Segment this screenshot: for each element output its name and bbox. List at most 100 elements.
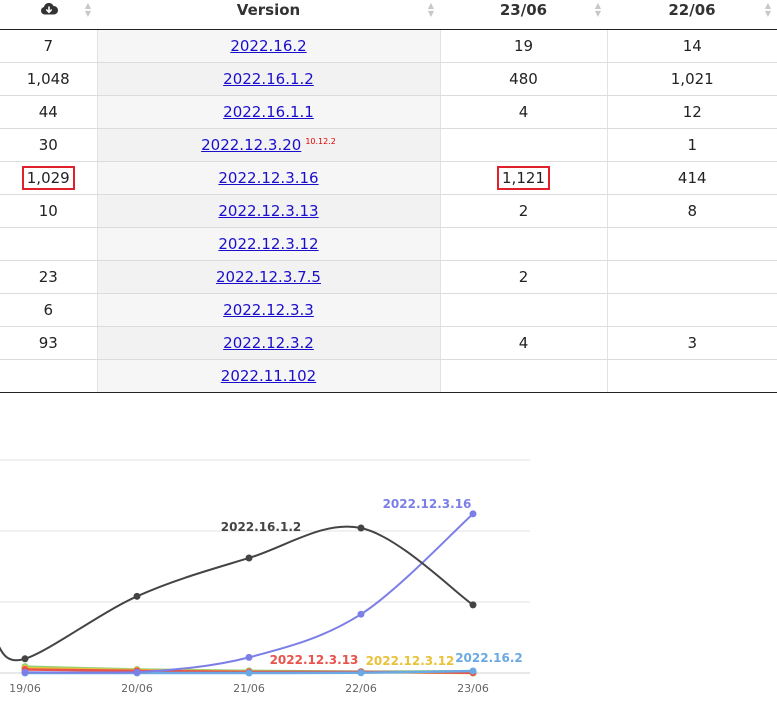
version-note: 10.12.2 [305, 137, 336, 146]
cell-version: 2022.12.3.20 10.12.2 [97, 128, 441, 162]
cell-2206 [607, 260, 777, 294]
cell-value: 8 [687, 202, 698, 220]
series-label: 2022.16.1.2 [221, 520, 301, 534]
x-tick-label: 19/06 [9, 682, 41, 695]
cell-2306 [440, 293, 608, 327]
version-link[interactable]: 2022.12.3.3 [223, 301, 314, 319]
series-label: 2022.12.3.12 [366, 654, 455, 668]
table-header-row: ▲ ▼ Version ▲ ▼ 23/06 ▲ ▼ 22/06 ▲ ▼ [0, 0, 777, 30]
cell-version: 2022.12.3.7.5 [97, 260, 441, 294]
cell-value: 30 [38, 136, 58, 154]
table-body: 7 2022.16.2 19 14 1,048 2022.16.1.2 480 1,021 44… [0, 29, 777, 393]
series-label: 2022.12.3.13 [270, 653, 359, 667]
table-row: 93 2022.12.3.2 4 3 [0, 326, 777, 360]
cell-version: 2022.12.3.13 [97, 194, 441, 228]
x-tick-label: 21/06 [233, 682, 265, 695]
cell-value: 2 [518, 268, 529, 286]
cell-2206: 1 [607, 128, 777, 162]
cell-version: 2022.16.1.2 [97, 62, 441, 96]
cell-version: 2022.12.3.3 [97, 293, 441, 327]
column-header-2306[interactable]: 23/06 ▲ ▼ [440, 0, 607, 30]
cell-2206: 14 [607, 29, 777, 63]
cell-version: 2022.16.2 [97, 29, 441, 63]
cell-version: 2022.16.1.1 [97, 95, 441, 129]
column-header-label: 22/06 [668, 1, 716, 19]
cell-value: 93 [38, 334, 58, 352]
cell-total-downloads: 6 [0, 293, 98, 327]
cell-value: 1,021 [670, 70, 714, 88]
series-2022-12-3-16 [21, 510, 477, 676]
cell-2306 [440, 128, 608, 162]
sort-arrows-icon[interactable]: ▲ ▼ [85, 2, 91, 18]
cell-total-downloads: 44 [0, 95, 98, 129]
column-header-downloads[interactable]: ▲ ▼ [0, 0, 97, 30]
cell-value: 2 [518, 202, 529, 220]
version-link[interactable]: 2022.12.3.20 [201, 136, 301, 154]
data-point [357, 610, 365, 618]
data-point [469, 510, 477, 518]
highlighted-value: 1,029 [21, 166, 75, 190]
highlighted-value: 1,121 [497, 166, 550, 190]
table-row: 30 2022.12.3.20 10.12.2 1 [0, 128, 777, 162]
column-header-2206[interactable]: 22/06 ▲ ▼ [607, 0, 777, 30]
version-link[interactable]: 2022.12.3.7.5 [216, 268, 321, 286]
data-point [245, 554, 253, 562]
cell-version: 2022.12.3.12 [97, 227, 441, 261]
cell-2306 [440, 227, 608, 261]
x-tick-label: 20/06 [121, 682, 153, 695]
version-link[interactable]: 2022.12.3.16 [218, 169, 318, 187]
cell-total-downloads [0, 359, 98, 393]
data-point [245, 669, 253, 677]
download-cloud-icon [40, 2, 58, 15]
cell-2206: 12 [607, 95, 777, 129]
version-link[interactable]: 2022.12.3.2 [223, 334, 314, 352]
sort-arrows-icon[interactable]: ▲ ▼ [428, 2, 434, 18]
data-point [133, 668, 141, 676]
column-header-version[interactable]: Version ▲ ▼ [97, 0, 440, 30]
version-link[interactable]: 2022.16.2 [230, 37, 306, 55]
cell-value: 4 [518, 334, 529, 352]
cell-value: 4 [518, 103, 529, 121]
chart-svg: 19/06 20/06 21/06 22/06 23/06 2022.16.1.2 2022… [0, 459, 530, 695]
cell-value: 414 [677, 169, 707, 187]
cell-value: 3 [687, 334, 698, 352]
x-tick-label: 23/06 [457, 682, 489, 695]
sort-arrows-icon[interactable]: ▲ ▼ [765, 2, 771, 18]
cell-total-downloads: 30 [0, 128, 98, 162]
data-point [357, 524, 365, 532]
version-link[interactable]: 2022.12.3.12 [218, 235, 318, 253]
cell-total-downloads: 93 [0, 326, 98, 360]
version-link[interactable]: 2022.11.102 [221, 367, 316, 385]
versions-table: ▲ ▼ Version ▲ ▼ 23/06 ▲ ▼ 22/06 ▲ ▼ 7 2022.16… [0, 0, 777, 393]
table-row: 44 2022.16.1.1 4 12 [0, 95, 777, 129]
cell-total-downloads: 1,048 [0, 62, 98, 96]
data-point [245, 653, 253, 661]
cell-total-downloads: 23 [0, 260, 98, 294]
cell-2306: 480 [440, 62, 608, 96]
cell-2306: 2 [440, 194, 608, 228]
downloads-line-chart: 19/06 20/06 21/06 22/06 23/06 2022.16.1.2 2022… [0, 395, 777, 703]
x-tick-label: 22/06 [345, 682, 377, 695]
series-2022-16-1-2 [0, 524, 477, 663]
cell-2206 [607, 227, 777, 261]
series-label: 2022.16.2 [455, 651, 523, 665]
column-header-label: 23/06 [499, 1, 548, 19]
cell-value: 6 [43, 301, 54, 319]
table-row: 2022.11.102 [0, 359, 777, 393]
data-point [469, 601, 477, 609]
cell-value: 23 [38, 268, 58, 286]
cell-2306: 4 [440, 95, 608, 129]
cell-2206: 3 [607, 326, 777, 360]
version-link[interactable]: 2022.16.1.1 [223, 103, 314, 121]
cell-version: 2022.12.3.16 [97, 161, 441, 195]
version-link[interactable]: 2022.16.1.2 [223, 70, 314, 88]
data-point [21, 668, 29, 676]
cell-value: 14 [682, 37, 702, 55]
cell-2306: 4 [440, 326, 608, 360]
sort-arrows-icon[interactable]: ▲ ▼ [595, 2, 601, 18]
data-point [21, 655, 29, 663]
version-link[interactable]: 2022.12.3.13 [218, 202, 318, 220]
cell-2206: 8 [607, 194, 777, 228]
cell-2206 [607, 359, 777, 393]
series-line [0, 525, 474, 662]
